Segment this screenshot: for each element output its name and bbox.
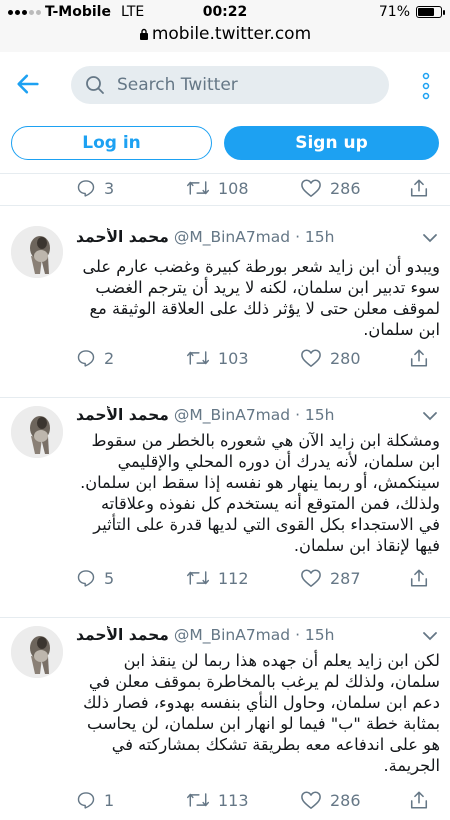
author-handle[interactable]: @M_BinA7mad <box>174 626 290 644</box>
chevron-down-icon[interactable] <box>422 232 438 244</box>
author-handle[interactable]: @M_BinA7mad <box>174 406 290 424</box>
search-placeholder: Search Twitter <box>117 75 238 95</box>
tweet-text: لكن ابن زايد يعلم أن جهده هذا ربما لن ين… <box>83 651 440 775</box>
share-icon <box>410 791 428 809</box>
like-button[interactable]: 280 <box>300 348 361 368</box>
tweet-text: ومشكلة ابن زايد الآن هي شعوره بالخطر من … <box>80 431 440 555</box>
tweet[interactable]: محمد الأحمد @M_BinA7mad · 15h ويبدو أن ا… <box>0 206 450 398</box>
heart-icon <box>301 179 321 197</box>
retweet-count: 113 <box>218 790 249 810</box>
reply-button[interactable]: 5 <box>76 568 114 588</box>
share-button[interactable] <box>409 568 429 588</box>
lock-icon <box>139 28 148 40</box>
tweet-meta: محمد الأحمد @M_BinA7mad · 15h <box>76 626 335 644</box>
reply-count: 2 <box>104 348 115 368</box>
search-icon <box>86 76 104 94</box>
like-count: 286 <box>330 178 361 198</box>
share-icon <box>410 179 428 197</box>
tweet-actions: 1 113 286 <box>76 790 442 820</box>
more-options-icon[interactable] <box>422 72 430 100</box>
reply-button[interactable]: 2 <box>76 348 114 368</box>
heart-icon <box>301 349 321 367</box>
avatar[interactable] <box>11 406 63 458</box>
chevron-down-icon[interactable] <box>422 630 438 642</box>
reply-icon <box>77 180 95 197</box>
tweet-time[interactable]: 15h <box>305 406 335 424</box>
reply-button[interactable]: 3 <box>76 178 114 198</box>
author-name[interactable]: محمد الأحمد <box>76 406 169 424</box>
retweet-button[interactable]: 108 <box>186 178 249 198</box>
clock: 00:22 <box>202 4 248 20</box>
retweet-icon <box>186 571 210 585</box>
retweet-button[interactable]: 113 <box>186 790 249 810</box>
tweet-time[interactable]: 15h <box>305 228 335 246</box>
like-count: 287 <box>330 568 361 588</box>
retweet-count: 103 <box>218 348 249 368</box>
retweet-button[interactable]: 103 <box>186 348 249 368</box>
status-bar: T-Mobile LTE 00:22 71% mobile.twitter.co… <box>0 0 450 52</box>
reply-count: 5 <box>104 568 115 588</box>
reply-icon <box>77 792 95 809</box>
search-input[interactable]: Search Twitter <box>71 66 389 104</box>
back-arrow-icon[interactable] <box>14 70 42 98</box>
retweet-icon <box>186 793 210 807</box>
tweet-time[interactable]: 15h <box>305 626 335 644</box>
author-handle[interactable]: @M_BinA7mad <box>174 228 290 246</box>
tweet-meta: محمد الأحمد @M_BinA7mad · 15h <box>76 406 335 424</box>
wolf-avatar-icon <box>11 626 63 678</box>
retweet-button[interactable]: 112 <box>186 568 249 588</box>
previous-tweet-actions: 3 108 286 <box>0 174 450 206</box>
heart-icon <box>301 569 321 587</box>
author-name[interactable]: محمد الأحمد <box>76 228 169 246</box>
url-text: mobile.twitter.com <box>151 24 312 44</box>
retweet-count: 112 <box>218 568 249 588</box>
url-bar[interactable]: mobile.twitter.com <box>0 24 450 44</box>
wolf-avatar-icon <box>11 406 63 458</box>
like-count: 286 <box>330 790 361 810</box>
reply-count: 1 <box>104 790 115 810</box>
avatar[interactable] <box>11 626 63 678</box>
like-button[interactable]: 286 <box>300 178 361 198</box>
reply-count: 3 <box>104 178 115 198</box>
like-button[interactable]: 287 <box>300 568 361 588</box>
chevron-down-icon[interactable] <box>422 410 438 422</box>
share-button[interactable] <box>409 790 429 810</box>
like-count: 280 <box>330 348 361 368</box>
tweet-meta: محمد الأحمد @M_BinA7mad · 15h <box>76 228 335 246</box>
reply-icon <box>77 350 95 367</box>
login-button[interactable]: Log in <box>11 126 212 160</box>
avatar[interactable] <box>11 226 63 278</box>
battery-icon <box>416 6 445 18</box>
wolf-avatar-icon <box>11 226 63 278</box>
author-name[interactable]: محمد الأحمد <box>76 626 169 644</box>
signup-button[interactable]: Sign up <box>224 126 439 160</box>
retweet-icon <box>186 181 210 195</box>
tweet-actions: 2 103 280 <box>76 348 442 378</box>
tweet[interactable]: محمد الأحمد @M_BinA7mad · 15h ومشكلة ابن… <box>0 398 450 618</box>
reply-icon <box>77 570 95 587</box>
retweet-icon <box>186 351 210 365</box>
tweet-actions: 3 108 286 <box>76 178 442 208</box>
like-button[interactable]: 286 <box>300 790 361 810</box>
share-button[interactable] <box>409 348 429 368</box>
tweet[interactable]: محمد الأحمد @M_BinA7mad · 15h لكن ابن زا… <box>0 618 450 810</box>
share-icon <box>410 569 428 587</box>
heart-icon <box>301 791 321 809</box>
reply-button[interactable]: 1 <box>76 790 114 810</box>
share-icon <box>410 349 428 367</box>
twitter-header: Search Twitter <box>0 52 450 116</box>
tweet-actions: 5 112 287 <box>76 568 442 598</box>
retweet-count: 108 <box>218 178 249 198</box>
auth-bar: Log in Sign up <box>0 116 450 174</box>
battery-percent: 71% <box>378 4 410 20</box>
tweet-text: ويبدو أن ابن زايد شعر بورطة كبيرة وغضب ع… <box>82 257 440 339</box>
share-button[interactable] <box>409 178 429 198</box>
